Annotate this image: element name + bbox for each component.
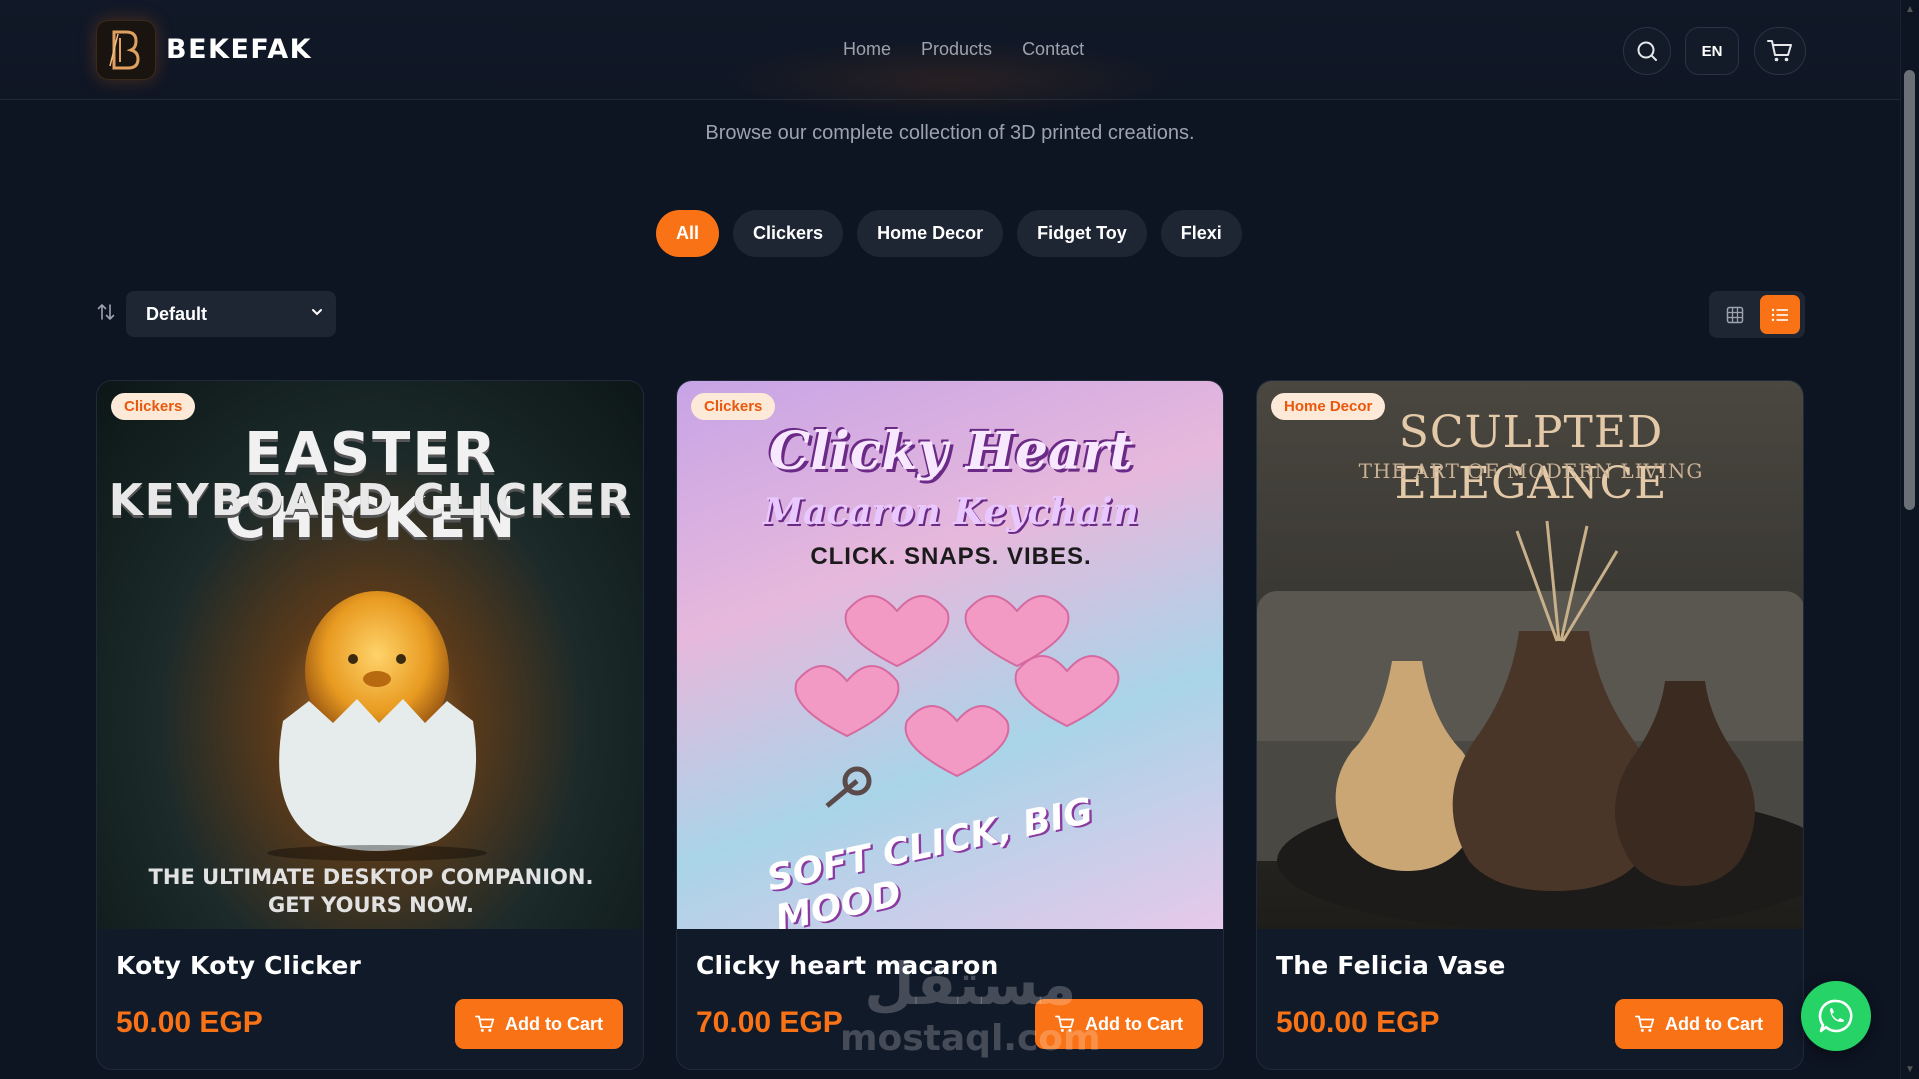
sort-arrows-icon — [96, 302, 116, 328]
chick-egg-illustration — [267, 591, 487, 861]
product-name[interactable]: Koty Koty Clicker — [116, 951, 361, 980]
add-to-cart-label: Add to Cart — [1665, 1013, 1763, 1034]
cart-icon — [475, 1015, 495, 1032]
product-image[interactable]: EASTER CHICKEN KEYBOARD CLICKER THE ULTI… — [97, 381, 643, 929]
list-icon — [1771, 308, 1788, 321]
add-to-cart-label: Add to Cart — [505, 1013, 603, 1034]
search-button[interactable] — [1623, 27, 1671, 75]
main-nav: Home Products Contact — [843, 39, 1084, 60]
watermark: مستقل mostaql.com — [840, 950, 1101, 1059]
cart-button[interactable] — [1754, 27, 1806, 75]
image-text: THE ULTIMATE DESKTOP COMPANION. — [148, 865, 594, 889]
filter-fidget-toy[interactable]: Fidget Toy — [1017, 210, 1147, 257]
image-tagline: THE ULTIMATE DESKTOP COMPANION. GET YOUR… — [97, 863, 643, 919]
whatsapp-button[interactable] — [1801, 981, 1871, 1051]
nav-home[interactable]: Home — [843, 39, 891, 60]
list-view-button[interactable] — [1760, 295, 1800, 334]
image-text: KEYBOARD CLICKER — [108, 475, 634, 526]
logo-icon — [109, 30, 140, 70]
view-toggle — [1709, 291, 1805, 338]
sort-select[interactable]: Default — [126, 291, 336, 337]
product-image[interactable]: SCULPTED ELEGANCE THE ART OF MODERN LIVI… — [1257, 381, 1803, 929]
filter-all[interactable]: All — [656, 210, 720, 257]
product-price: 500.00 EGP — [1276, 1006, 1440, 1039]
image-text: GET YOURS NOW. — [267, 893, 475, 917]
scroll-up-arrow-icon[interactable]: ▲ — [1905, 4, 1915, 15]
image-text: Macaron Keychain — [763, 491, 1139, 533]
image-text: SCULPTED ELEGANCE — [1394, 407, 1668, 509]
product-image[interactable]: Clicky Heart Macaron Keychain CLICK. SNA… — [677, 381, 1223, 929]
filter-clickers[interactable]: Clickers — [733, 210, 844, 257]
vases-illustration — [1257, 520, 1803, 929]
product-price: 50.00 EGP — [116, 1006, 263, 1039]
image-text: CLICK. SNAPS. VIBES. — [810, 543, 1092, 570]
site-header: BEKEFAK Home Products Contact EN — [0, 0, 1900, 120]
chevron-down-icon — [312, 309, 322, 316]
search-icon — [1637, 41, 1657, 61]
add-to-cart-button[interactable]: Add to Cart — [1615, 999, 1783, 1049]
macaron-illustration — [794, 595, 1120, 808]
cart-icon — [1635, 1015, 1655, 1032]
sort-select-value: Default — [146, 303, 208, 324]
category-badge: Clickers — [691, 393, 776, 420]
category-filters: All Clickers Home Decor Fidget Toy Flexi — [656, 210, 1242, 257]
whatsapp-icon — [1818, 999, 1853, 1033]
image-text: THE ART OF MODERN LIVING — [1358, 459, 1704, 483]
category-badge: Home Decor — [1271, 393, 1386, 420]
product-price: 70.00 EGP — [696, 1006, 843, 1039]
scrollbar-thumb[interactable] — [1904, 70, 1915, 510]
brand-name[interactable]: BEKEFAK — [166, 34, 312, 65]
watermark-arabic: مستقل — [864, 950, 1077, 1018]
filter-home-decor[interactable]: Home Decor — [857, 210, 1004, 257]
image-text: Clicky Heart — [768, 421, 1134, 482]
page-subtitle: Browse our complete collection of 3D pri… — [705, 122, 1195, 144]
product-card[interactable]: EASTER CHICKEN KEYBOARD CLICKER THE ULTI… — [96, 380, 644, 1070]
grid-view-button[interactable] — [1715, 295, 1755, 334]
filter-flexi[interactable]: Flexi — [1160, 210, 1242, 257]
scroll-down-arrow-icon[interactable]: ▼ — [1905, 1064, 1915, 1075]
nav-products[interactable]: Products — [921, 39, 992, 60]
logo[interactable] — [96, 20, 156, 80]
nav-contact[interactable]: Contact — [1022, 39, 1084, 60]
watermark-latin: mostaql.com — [840, 1018, 1101, 1059]
product-name[interactable]: The Felicia Vase — [1276, 951, 1506, 980]
cart-icon — [1767, 40, 1792, 62]
grid-icon — [1726, 306, 1744, 323]
language-button[interactable]: EN — [1685, 27, 1739, 75]
add-to-cart-button[interactable]: Add to Cart — [455, 999, 623, 1049]
category-badge: Clickers — [111, 393, 196, 420]
product-card[interactable]: SCULPTED ELEGANCE THE ART OF MODERN LIVI… — [1256, 380, 1804, 1070]
